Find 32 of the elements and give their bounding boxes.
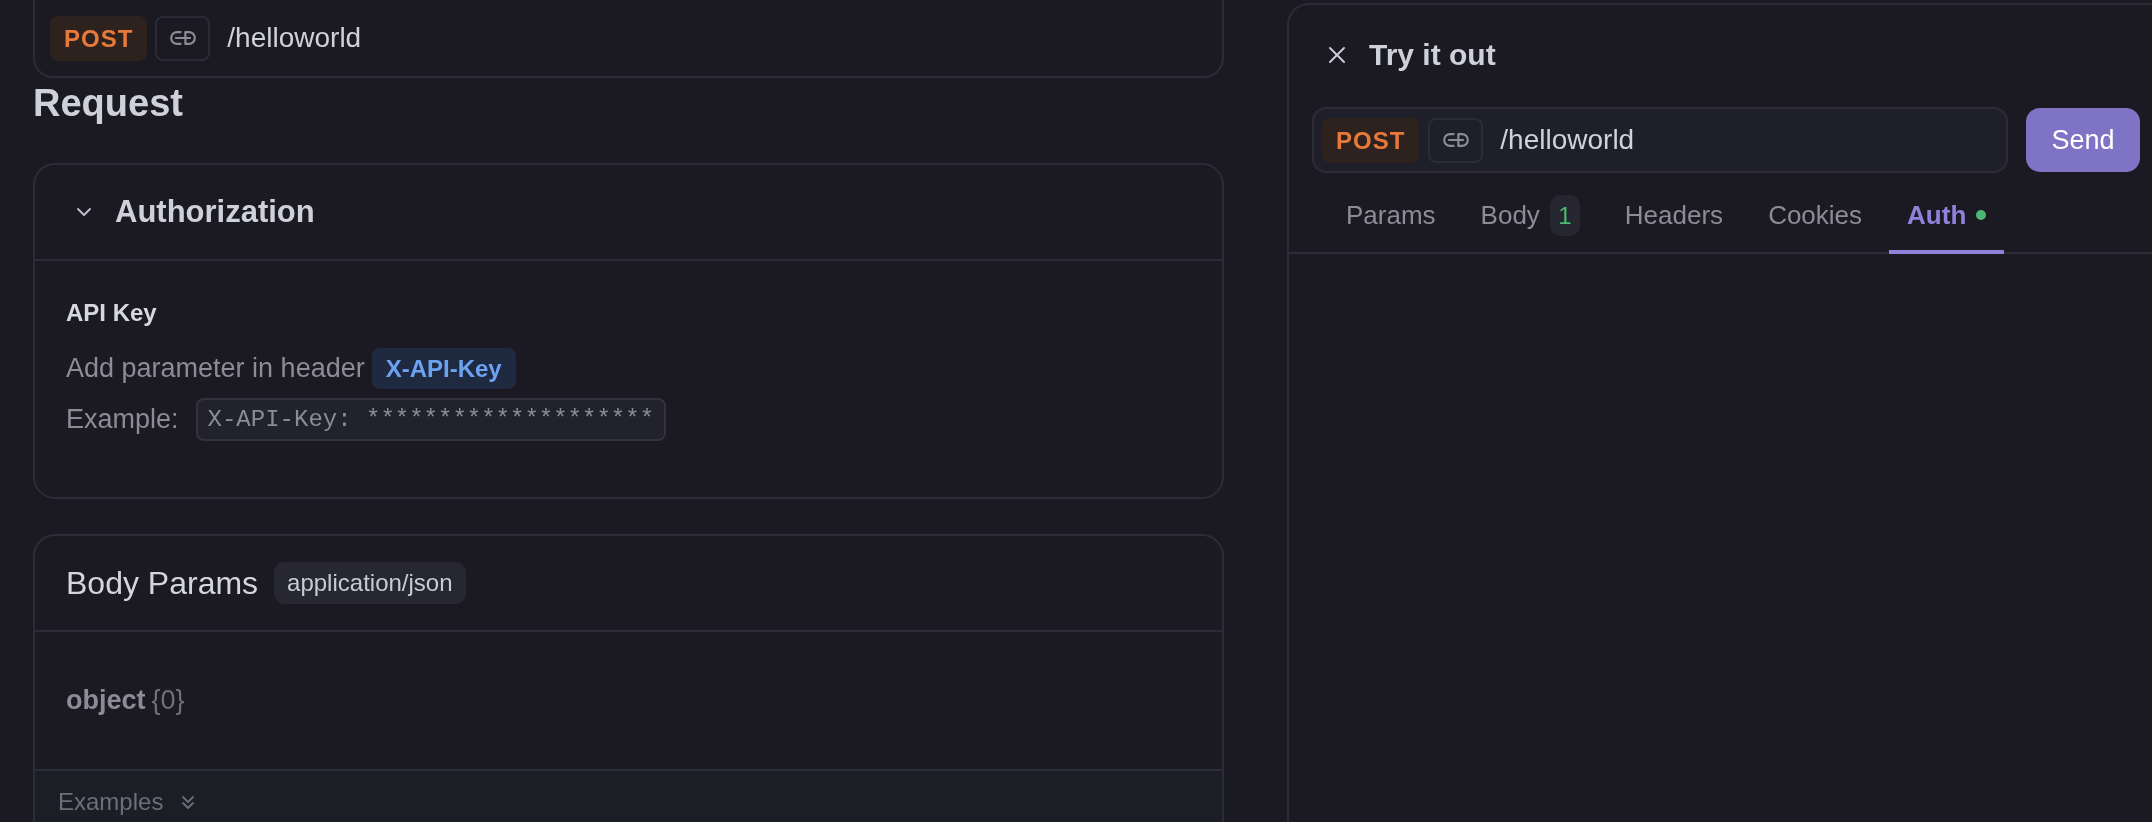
link-icon [169,30,196,46]
schema-type: object [66,684,146,718]
send-button[interactable]: Send [2026,108,2140,172]
example-code: X-API-Key: ******************** [195,398,667,441]
tab[interactable]: Headers [1606,192,1742,254]
path-input[interactable]: /helloworld [1500,117,2006,163]
header-name-tag: X-API-Key [371,348,516,389]
tab[interactable]: Cookies [1750,192,1881,254]
endpoint-path: /helloworld [227,21,362,55]
auth-description: Add parameter in header [66,352,365,386]
content-type-tag: application/json [274,562,466,604]
chevron-down-icon[interactable] [76,207,92,217]
property-count: {0} [151,684,185,718]
method-badge: POST [1322,117,1420,163]
panel-title: Try it out [1369,37,1496,73]
body-params-title: Body Params [66,564,259,603]
method-badge: POST [50,15,148,61]
tab[interactable]: Auth [1889,192,2005,254]
close-icon[interactable] [1328,46,1346,64]
tab[interactable]: Params [1328,192,1454,254]
link-button[interactable] [155,15,211,61]
double-chevron-icon [181,794,196,810]
example-label: Example: [66,403,179,437]
tab[interactable]: Body 1 [1462,192,1598,254]
count-badge: 1 [1549,194,1580,236]
link-icon [1442,132,1469,148]
section-title: Request [33,81,183,126]
examples-toggle[interactable]: Examples [58,786,164,818]
link-button[interactable] [1428,117,1484,163]
auth-scheme-label: API Key [66,298,157,328]
url-field[interactable]: POST /helloworld [1312,107,2008,173]
authorization-title[interactable]: Authorization [115,188,315,236]
